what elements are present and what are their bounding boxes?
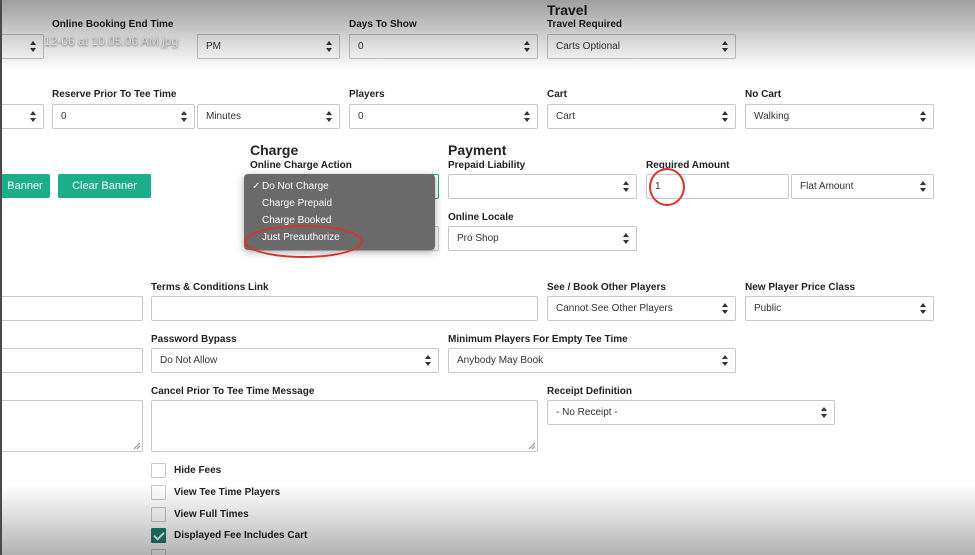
players-select[interactable]: 0 bbox=[349, 104, 538, 129]
min-players-select[interactable]: Anybody May Book bbox=[448, 348, 736, 373]
row6-left-textarea[interactable] bbox=[0, 400, 143, 452]
checkbox-hide-fees[interactable] bbox=[151, 463, 166, 478]
prepaid-label: Prepaid Liability bbox=[448, 160, 526, 171]
see-other-select[interactable]: Cannot See Other Players bbox=[547, 296, 736, 321]
see-other-label: See / Book Other Players bbox=[547, 282, 666, 293]
checkbox-view-full-times[interactable] bbox=[151, 507, 166, 522]
bypass-select[interactable]: Do Not Allow bbox=[151, 348, 439, 373]
checkbox-label: Displayed Fee Includes Cart bbox=[174, 530, 308, 541]
annotation-ellipse bbox=[244, 225, 363, 258]
end-time-hour-select[interactable] bbox=[0, 34, 44, 59]
days-select[interactable]: 0 bbox=[349, 34, 538, 59]
nocart-select[interactable]: Walking bbox=[745, 104, 934, 129]
bottom-shade-overlay bbox=[0, 485, 975, 555]
travel-value: Carts Optional bbox=[556, 41, 620, 52]
reserve-unit-value: Minutes bbox=[206, 111, 242, 122]
bypass-value: Do Not Allow bbox=[160, 355, 218, 366]
select-caret-icon bbox=[181, 111, 187, 122]
select-caret-icon bbox=[524, 111, 530, 122]
checkmark-icon: ✓ bbox=[252, 181, 261, 192]
travel-heading: Travel bbox=[547, 2, 588, 18]
receipt-select[interactable]: - No Receipt - bbox=[547, 400, 835, 425]
receipt-value: - No Receipt - bbox=[556, 407, 618, 418]
price-class-value: Public bbox=[754, 303, 782, 314]
set-banner-button[interactable]: Banner bbox=[0, 174, 50, 198]
select-caret-icon bbox=[920, 181, 926, 192]
cart-label: Cart bbox=[547, 89, 568, 100]
terms-label: Terms & Conditions Link bbox=[151, 282, 269, 293]
select-caret-icon bbox=[722, 111, 728, 122]
row2-left-select[interactable] bbox=[0, 104, 44, 129]
checkbox-label: View Tee Time Players bbox=[174, 487, 281, 498]
locale-label: Online Locale bbox=[448, 212, 514, 223]
select-caret-icon bbox=[821, 407, 827, 418]
receipt-label: Receipt Definition bbox=[547, 386, 633, 397]
select-caret-icon bbox=[425, 355, 431, 366]
checkbox-displayed-fee-includes-cart[interactable] bbox=[151, 528, 166, 543]
checkbox-label: Hide Fees bbox=[174, 465, 222, 476]
min-players-value: Anybody May Book bbox=[457, 355, 544, 366]
players-value: 0 bbox=[358, 111, 364, 122]
resize-grip-icon[interactable] bbox=[528, 442, 535, 449]
see-other-value: Cannot See Other Players bbox=[556, 303, 673, 314]
menu-option-label: Do Not Charge bbox=[262, 181, 329, 192]
menu-option-do-not-charge[interactable]: ✓ Do Not Charge bbox=[244, 181, 329, 192]
bypass-label: Password Bypass bbox=[151, 334, 237, 345]
select-caret-icon bbox=[30, 41, 36, 52]
annotation-circle bbox=[649, 168, 685, 206]
reserve-unit-select[interactable]: Minutes bbox=[197, 104, 340, 129]
payment-heading: Payment bbox=[448, 142, 507, 158]
days-label: Days To Show bbox=[349, 19, 417, 30]
nocart-label: No Cart bbox=[745, 89, 782, 100]
resize-grip-icon[interactable] bbox=[133, 442, 140, 449]
select-caret-icon bbox=[920, 111, 926, 122]
amount-type-select[interactable]: Flat Amount bbox=[791, 174, 934, 199]
price-class-label: New Player Price Class bbox=[745, 282, 856, 293]
select-caret-icon bbox=[30, 111, 36, 122]
charge-action-label: Online Charge Action bbox=[250, 160, 352, 171]
cart-select[interactable]: Cart bbox=[547, 104, 736, 129]
reserve-value: 0 bbox=[61, 111, 67, 122]
select-caret-icon bbox=[326, 111, 332, 122]
charge-heading: Charge bbox=[250, 142, 299, 158]
row4-left-input[interactable] bbox=[0, 296, 143, 321]
players-label: Players bbox=[349, 89, 385, 100]
min-players-label: Minimum Players For Empty Tee Time bbox=[448, 334, 628, 345]
cart-value: Cart bbox=[556, 111, 575, 122]
terms-input[interactable] bbox=[151, 296, 538, 321]
select-caret-icon bbox=[722, 303, 728, 314]
select-caret-icon bbox=[524, 41, 530, 52]
end-time-ampm-value: PM bbox=[206, 41, 221, 52]
end-time-label: Online Booking End Time bbox=[52, 19, 174, 30]
locale-select[interactable]: Pro Shop bbox=[448, 226, 637, 251]
left-edge-bar bbox=[0, 0, 2, 555]
select-caret-icon bbox=[623, 181, 629, 192]
cancel-message-textarea[interactable] bbox=[151, 400, 538, 452]
row5-left-input[interactable] bbox=[0, 348, 143, 373]
select-caret-icon bbox=[920, 303, 926, 314]
reserve-select[interactable]: 0 bbox=[52, 104, 195, 129]
days-value: 0 bbox=[358, 41, 364, 52]
nocart-value: Walking bbox=[754, 111, 790, 122]
checkbox-label: View Full Times bbox=[174, 509, 249, 520]
select-caret-icon bbox=[722, 355, 728, 366]
locale-value: Pro Shop bbox=[457, 233, 499, 244]
select-caret-icon bbox=[722, 41, 728, 52]
checkbox-partial[interactable] bbox=[151, 549, 166, 555]
cancel-message-label: Cancel Prior To Tee Time Message bbox=[151, 386, 315, 397]
travel-label: Travel Required bbox=[547, 19, 623, 30]
reserve-label: Reserve Prior To Tee Time bbox=[52, 89, 177, 100]
select-caret-icon bbox=[623, 233, 629, 244]
end-time-ampm-select[interactable]: PM bbox=[197, 34, 340, 59]
amount-type-value: Flat Amount bbox=[800, 181, 854, 192]
price-class-select[interactable]: Public bbox=[745, 296, 934, 321]
prepaid-select[interactable] bbox=[448, 174, 637, 199]
select-caret-icon bbox=[326, 41, 332, 52]
menu-option-charge-prepaid[interactable]: Charge Prepaid bbox=[262, 198, 332, 209]
travel-select[interactable]: Carts Optional bbox=[547, 34, 736, 59]
checkbox-view-tee-time-players[interactable] bbox=[151, 485, 166, 500]
clear-banner-button[interactable]: Clear Banner bbox=[58, 174, 151, 198]
